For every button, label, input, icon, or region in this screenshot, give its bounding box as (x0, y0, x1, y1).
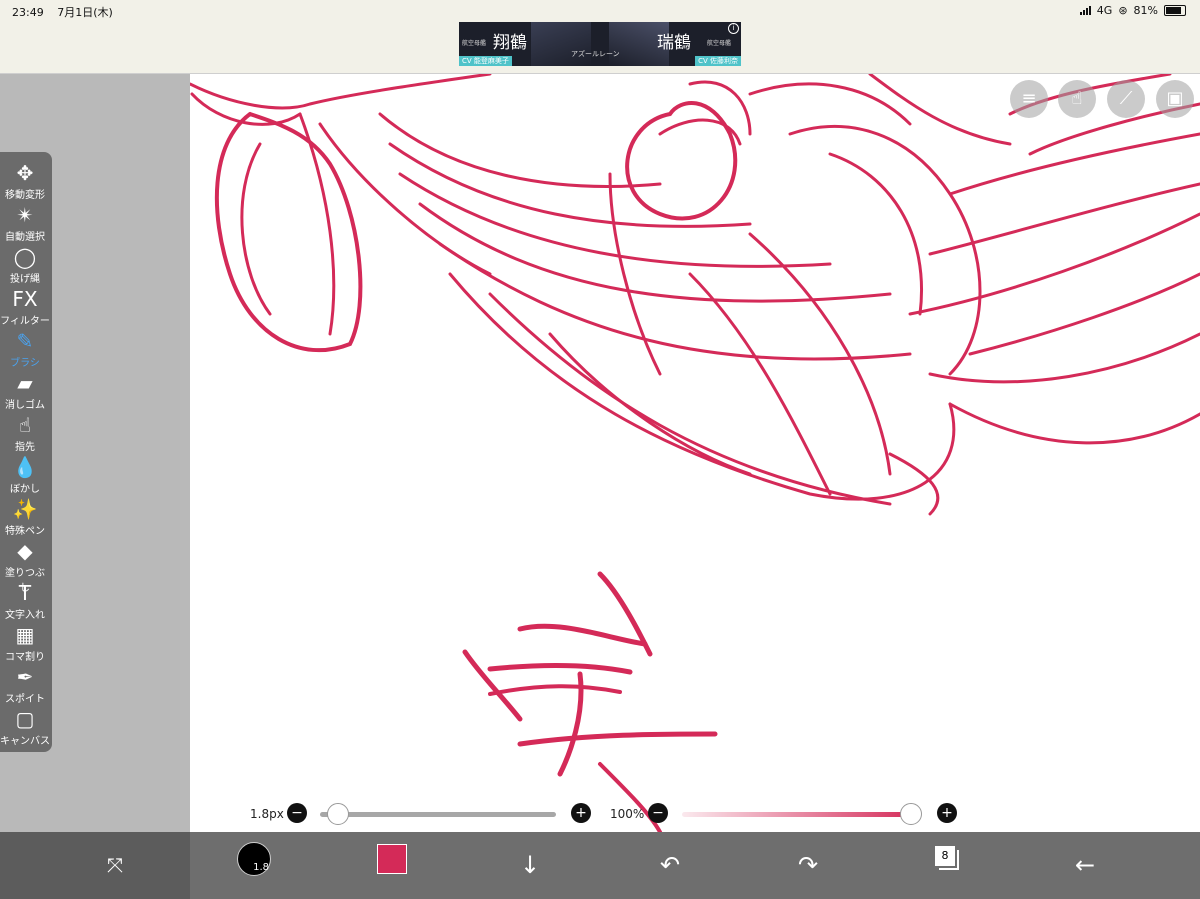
eraser-icon: ▰ (17, 371, 33, 395)
tool-canvas[interactable]: ▢ キャンバス (0, 706, 50, 747)
ad-bar: 航空母艦 翔鶴 アズールレーン 瑞鶴 航空母艦 CV 能登麻美子 CV 佐藤利奈… (0, 22, 1200, 74)
color-swatch[interactable] (377, 844, 407, 874)
drawing-canvas[interactable]: ≡ ☝ ⟋ ▣ (190, 74, 1200, 832)
ad-right-small: 航空母艦 (707, 40, 732, 47)
ad-left-small: 航空母艦 (462, 40, 487, 47)
status-date: 7月1日(木) (57, 6, 113, 19)
battery-percent: 81% (1133, 4, 1158, 17)
tool-lasso[interactable]: ◯ 投げ縄 (0, 244, 50, 285)
tool-text[interactable]: T 文字入れ (0, 580, 50, 621)
size-slider-knob[interactable] (327, 803, 349, 825)
size-plus-button[interactable]: + (571, 803, 591, 823)
tool-label: 自動選択 (5, 232, 45, 243)
status-time: 23:49 (12, 6, 44, 19)
network-label: 4G (1096, 4, 1113, 17)
opacity-minus-button[interactable]: − (648, 803, 668, 823)
rotation-lock-icon: ⊛ (1118, 4, 1128, 17)
brush-size-value: 1.8 (253, 862, 269, 873)
tool-label: スポイト (5, 694, 45, 705)
finger-icon: ☝ (18, 413, 32, 437)
tool-move[interactable]: ✥ 移動変形 (0, 160, 50, 201)
tool-label: ブラシ (10, 358, 40, 369)
ad-center-text: アズールレーン (571, 50, 620, 58)
redo-icon[interactable]: ↷ (778, 832, 838, 899)
ad-right-cv: CV 佐藤利奈 (695, 56, 741, 66)
text-icon: T (18, 581, 32, 605)
tool-label: 移動変形 (5, 190, 45, 201)
size-minus-button[interactable]: − (287, 803, 307, 823)
move-icon: ✥ (16, 161, 34, 185)
bottom-bar: ⤧ ↓ ↶ ↷ ← (0, 832, 1200, 899)
undo-icon[interactable]: ↶ (640, 832, 700, 899)
brush-size-label: 1.8px (250, 807, 284, 821)
tool-label: 文字入れ (5, 610, 45, 621)
fx-icon: FX (12, 287, 38, 311)
eyedropper-icon: ✒ (16, 665, 34, 689)
back-icon[interactable]: ← (1055, 832, 1115, 899)
down-arrow-icon[interactable]: ↓ (500, 832, 560, 899)
tool-drop[interactable]: 💧 ぼかし (0, 454, 50, 495)
ad-character-left (531, 22, 591, 66)
size-slider-track[interactable] (320, 812, 556, 817)
tool-label: 特殊ペン (5, 526, 45, 537)
menu-icon[interactable]: ≡ (1010, 80, 1048, 118)
opacity-plus-button[interactable]: + (937, 803, 957, 823)
hand-icon[interactable]: ☝ (1058, 80, 1096, 118)
ad-left-title: 翔鶴 (493, 33, 527, 53)
bucket-icon: ◆ (17, 539, 33, 563)
drop-icon: 💧 (12, 455, 38, 479)
tool-label: キャンバス (0, 736, 50, 747)
opacity-slider-track[interactable] (682, 812, 918, 817)
ad-banner[interactable]: 航空母艦 翔鶴 アズールレーン 瑞鶴 航空母艦 CV 能登麻美子 CV 佐藤利奈… (459, 22, 741, 66)
sketch-strokes (190, 74, 1200, 832)
tool-label: 指先 (15, 442, 35, 453)
tool-palette: ✥ 移動変形 ✴ 自動選択 ◯ 投げ縄 FX フィルター ✎ ブラシ ▰ 消しゴム ☝ 指先 💧 ぼかし ✨ 特殊… (0, 152, 52, 752)
signal-icon (1079, 6, 1091, 15)
rotate-icon[interactable]: ⤧ (85, 832, 145, 899)
brush-icon: ✎ (16, 329, 34, 353)
tool-special-pen[interactable]: ✨ 特殊ペン (0, 496, 50, 537)
tool-panel[interactable]: ▦ コマ割り (0, 622, 50, 663)
tool-label: 投げ縄 (10, 274, 40, 285)
tool-magic-wand[interactable]: ✴ 自動選択 (0, 202, 50, 243)
brush-size-button[interactable]: 1.8 (237, 842, 271, 876)
tool-label: ぼかし (10, 484, 40, 495)
tool-eyedropper[interactable]: ✒ スポイト (0, 664, 50, 705)
tool-finger[interactable]: ☝ 指先 (0, 412, 50, 453)
status-bar: 23:49 7月1日(木) 4G ⊛ 81% (0, 0, 1200, 22)
canvas-icon: ▢ (15, 707, 35, 731)
panel-icon: ▦ (15, 623, 35, 647)
opacity-label: 100% (610, 807, 645, 821)
tool-fx[interactable]: FX フィルター (0, 286, 50, 327)
lasso-icon: ◯ (13, 245, 37, 269)
special-pen-icon: ✨ (12, 497, 38, 521)
image-icon[interactable]: ▣ (1156, 80, 1194, 118)
battery-icon (1164, 5, 1186, 16)
tool-eraser[interactable]: ▰ 消しゴム (0, 370, 50, 411)
ad-right-title: 瑞鶴 (657, 33, 691, 53)
tool-label: フィルター (0, 316, 50, 327)
magic-wand-icon: ✴ (16, 203, 34, 227)
layers-button[interactable]: 8 (935, 846, 955, 866)
ad-info-icon[interactable]: i (728, 23, 739, 34)
brush-sliders: 1.8px − + 100% − + (190, 798, 1200, 830)
tool-brush[interactable]: ✎ ブラシ (0, 328, 50, 369)
tool-label: コマ割り (5, 652, 45, 663)
ad-left-cv: CV 能登麻美子 (459, 56, 512, 66)
tool-label: 消しゴム (5, 400, 45, 411)
ruler-icon[interactable]: ⟋ (1107, 80, 1145, 118)
opacity-slider-knob[interactable] (900, 803, 922, 825)
